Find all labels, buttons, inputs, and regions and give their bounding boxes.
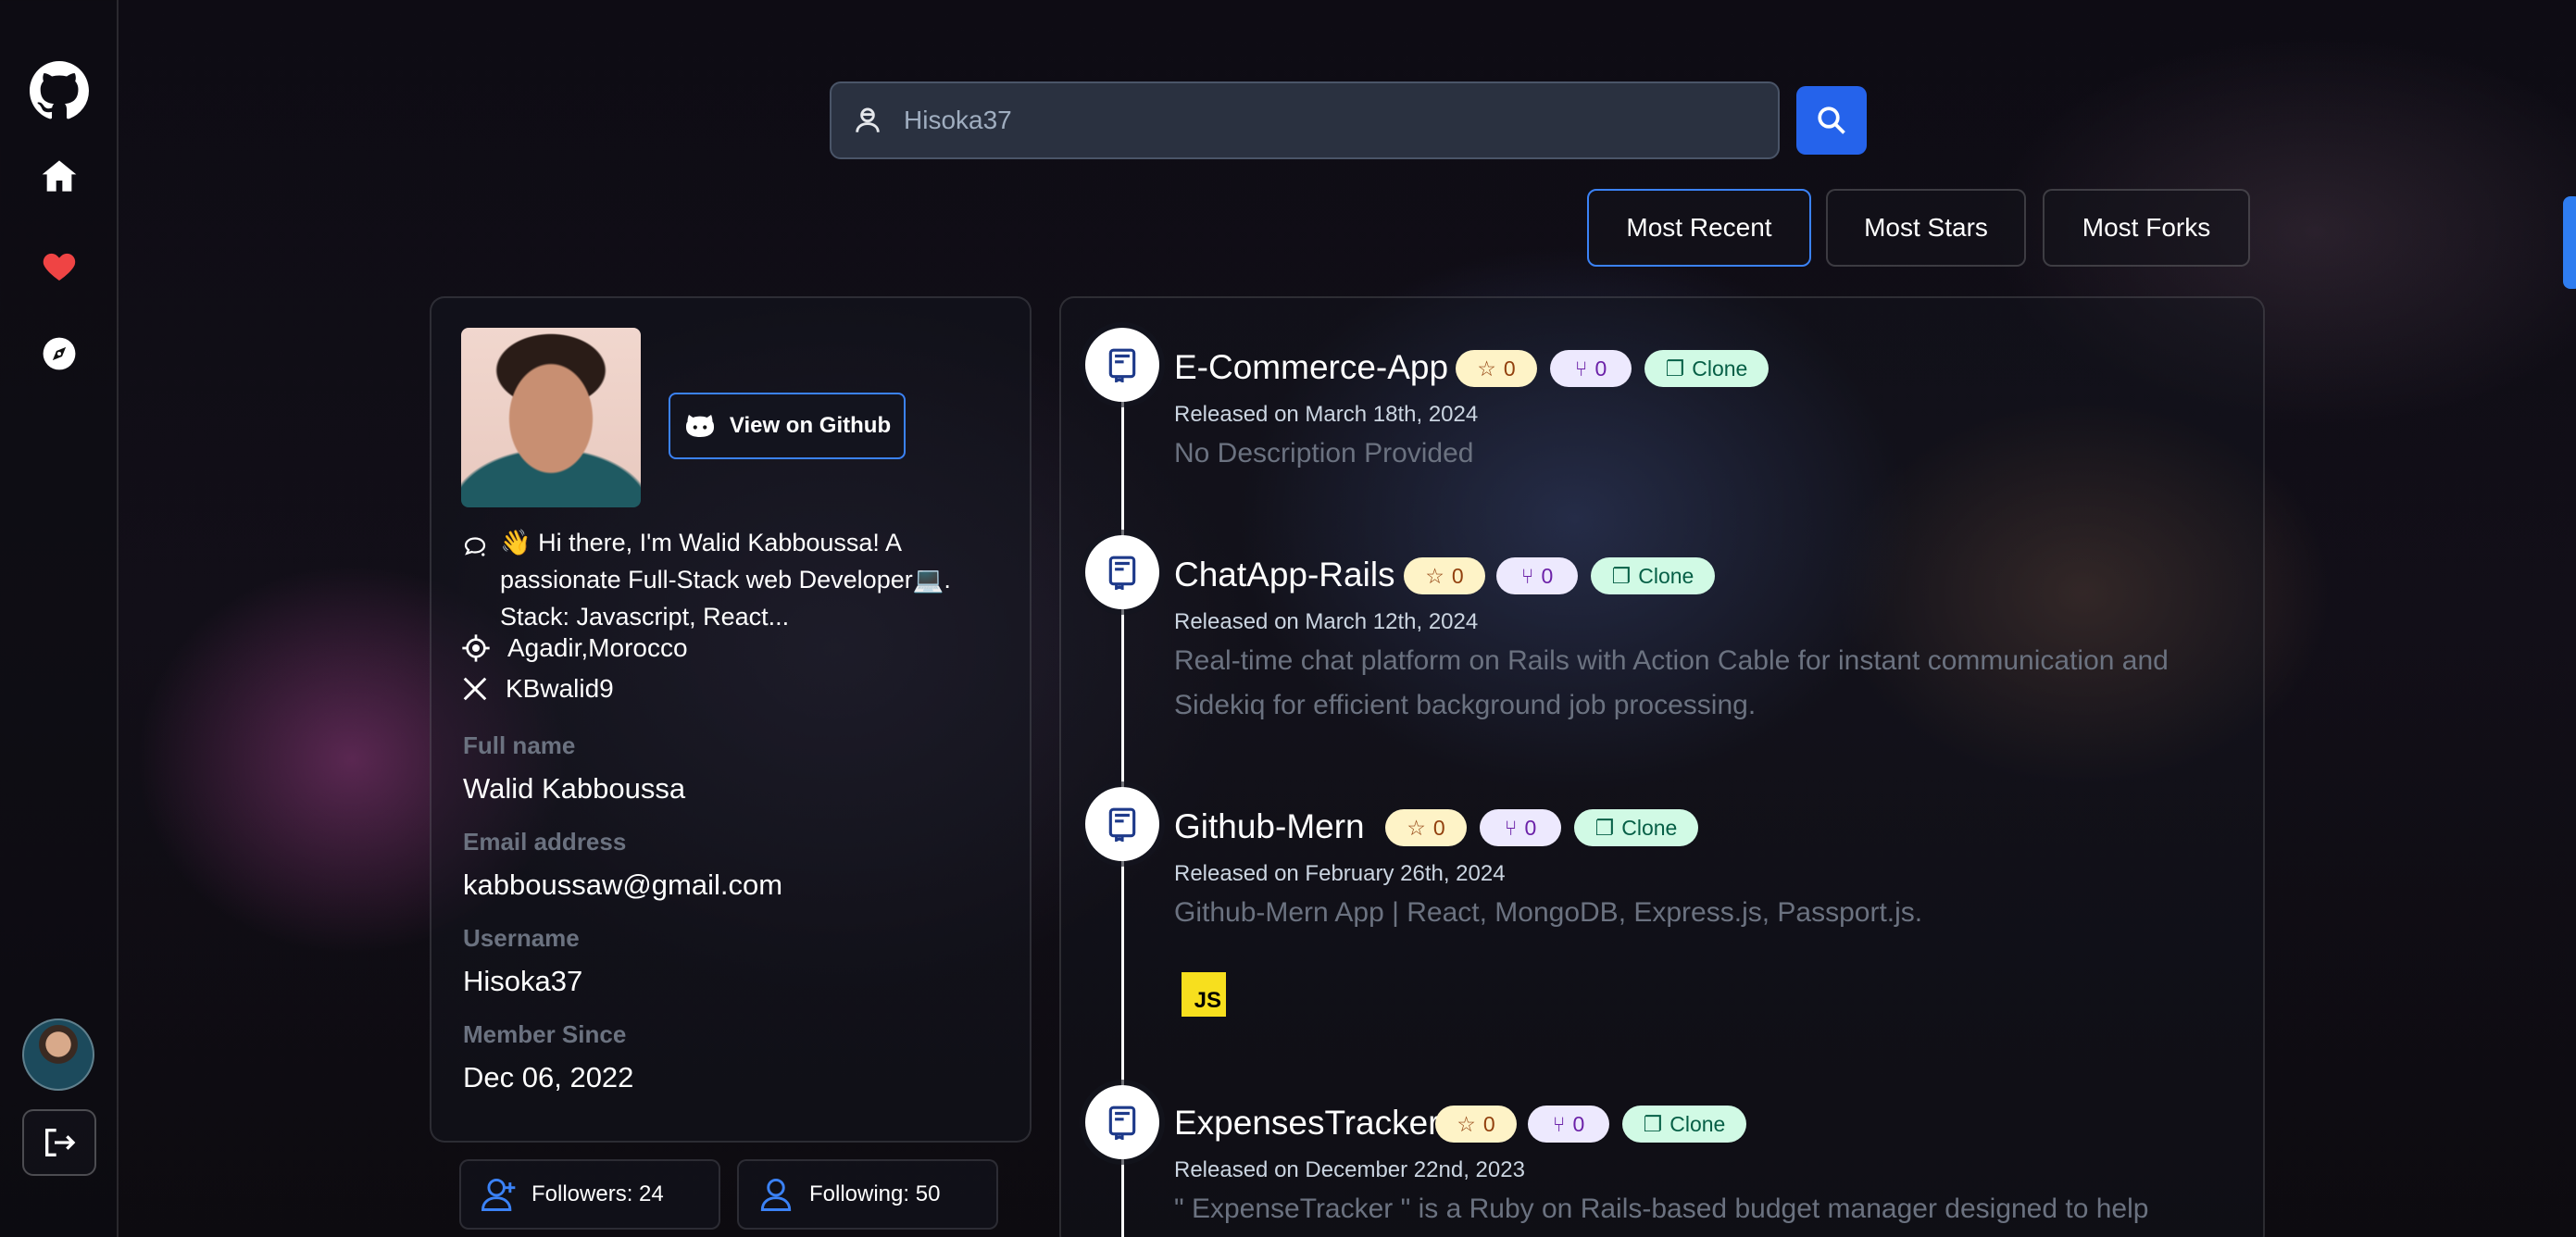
star-icon: ☆ bbox=[1477, 356, 1496, 381]
sort-most-recent-button[interactable]: Most Recent bbox=[1587, 189, 1811, 267]
email-label: Email address bbox=[463, 828, 627, 856]
clone-label: Clone bbox=[1638, 563, 1694, 588]
profile-avatar bbox=[461, 328, 641, 507]
javascript-logo-icon: JS bbox=[1182, 972, 1226, 1017]
star-icon: ☆ bbox=[1425, 563, 1444, 588]
star-badge: ☆ 0 bbox=[1404, 557, 1485, 594]
full-name-value: Walid Kabboussa bbox=[463, 772, 686, 805]
member-since-value: Dec 06, 2022 bbox=[463, 1061, 634, 1093]
member-since-label: Member Since bbox=[463, 1020, 627, 1048]
copy-icon: ❐ bbox=[1611, 563, 1632, 588]
repo-book-icon bbox=[1085, 535, 1159, 609]
repo-name[interactable]: ExpensesTracker bbox=[1174, 1104, 1440, 1143]
github-logo-icon[interactable] bbox=[30, 61, 89, 120]
view-on-github-label: View on Github bbox=[729, 413, 892, 438]
clone-button[interactable]: ❐ Clone bbox=[1591, 557, 1715, 594]
email-value: kabboussaw@gmail.com bbox=[463, 868, 783, 901]
fork-count: 0 bbox=[1524, 815, 1537, 840]
fork-badge: ⑂ 0 bbox=[1496, 557, 1578, 594]
bio-row: 👋 Hi there, I'm Walid Kabboussa! A passi… bbox=[461, 524, 998, 635]
star-count: 0 bbox=[1432, 815, 1445, 840]
fork-icon: ⑂ bbox=[1574, 356, 1588, 381]
repo-description: " ExpenseTracker " is a Ruby on Rails-ba… bbox=[1174, 1193, 2149, 1224]
repo-release-date: Released on December 22nd, 2023 bbox=[1174, 1157, 1525, 1182]
repo-release-date: Released on March 12th, 2024 bbox=[1174, 609, 1479, 634]
clone-label: Clone bbox=[1692, 356, 1748, 381]
following-icon bbox=[760, 1178, 792, 1211]
logout-icon bbox=[45, 1129, 76, 1156]
star-badge: ☆ 0 bbox=[1456, 350, 1537, 387]
fork-badge: ⑂ 0 bbox=[1528, 1106, 1609, 1143]
compass-icon[interactable] bbox=[30, 324, 89, 383]
fork-icon: ⑂ bbox=[1520, 563, 1534, 588]
star-count: 0 bbox=[1503, 356, 1516, 381]
repo-description: No Description Provided bbox=[1174, 438, 1474, 469]
clone-label: Clone bbox=[1669, 1111, 1726, 1136]
followers-box[interactable]: Followers: 24 bbox=[459, 1159, 720, 1230]
profile-bio: 👋 Hi there, I'm Walid Kabboussa! A passi… bbox=[500, 529, 951, 631]
repo-book-icon bbox=[1085, 787, 1159, 861]
sort-most-stars-button[interactable]: Most Stars bbox=[1826, 189, 2026, 267]
repo-book-icon bbox=[1085, 1085, 1159, 1159]
x-twitter-icon bbox=[463, 677, 487, 701]
repo-release-date: Released on February 26th, 2024 bbox=[1174, 861, 1506, 886]
copy-icon: ❐ bbox=[1643, 1111, 1663, 1136]
repo-description: Github-Mern App | React, MongoDB, Expres… bbox=[1174, 897, 1923, 928]
github-cat-icon bbox=[685, 415, 714, 437]
fork-icon: ⑂ bbox=[1504, 815, 1518, 840]
username-value: Hisoka37 bbox=[463, 965, 583, 997]
sidebar bbox=[0, 0, 119, 1237]
fork-badge: ⑂ 0 bbox=[1480, 809, 1561, 846]
star-count: 0 bbox=[1451, 563, 1464, 588]
repo-description: Real-time chat platform on Rails with Ac… bbox=[1174, 645, 2169, 720]
fork-count: 0 bbox=[1541, 563, 1554, 588]
fork-icon: ⑂ bbox=[1552, 1111, 1566, 1136]
repo-name[interactable]: E-Commerce-App bbox=[1174, 348, 1448, 387]
star-icon: ☆ bbox=[1407, 815, 1426, 840]
logout-button[interactable] bbox=[22, 1109, 96, 1176]
fork-count: 0 bbox=[1572, 1111, 1585, 1136]
search-bar bbox=[830, 81, 1780, 159]
clone-button[interactable]: ❐ Clone bbox=[1644, 350, 1769, 387]
followers-icon bbox=[481, 1178, 516, 1211]
following-box[interactable]: Following: 50 bbox=[737, 1159, 998, 1230]
location-crosshair-icon bbox=[462, 634, 490, 662]
location-row: Agadir,Morocco bbox=[461, 633, 688, 663]
heart-icon[interactable] bbox=[30, 237, 89, 296]
star-icon: ☆ bbox=[1457, 1111, 1476, 1136]
sort-most-forks-button[interactable]: Most Forks bbox=[2043, 189, 2250, 267]
fork-badge: ⑂ 0 bbox=[1550, 350, 1632, 387]
home-icon[interactable] bbox=[30, 146, 89, 206]
user-icon bbox=[856, 107, 880, 132]
star-badge: ☆ 0 bbox=[1385, 809, 1467, 846]
repo-name[interactable]: ChatApp-Rails bbox=[1174, 556, 1395, 594]
clone-label: Clone bbox=[1621, 815, 1678, 840]
followers-count: Followers: 24 bbox=[531, 1181, 664, 1206]
star-count: 0 bbox=[1482, 1111, 1495, 1136]
username-label: Username bbox=[463, 924, 580, 952]
profile-location: Agadir,Morocco bbox=[507, 633, 688, 662]
search-button[interactable] bbox=[1796, 86, 1867, 155]
user-avatar[interactable] bbox=[22, 1018, 94, 1091]
star-badge: ☆ 0 bbox=[1435, 1106, 1517, 1143]
profile-card: View on Github 👋 Hi there, I'm Walid Kab… bbox=[430, 296, 1032, 1143]
clone-button[interactable]: ❐ Clone bbox=[1574, 809, 1698, 846]
copy-icon: ❐ bbox=[1594, 815, 1615, 840]
twitter-row[interactable]: KBwalid9 bbox=[461, 674, 614, 704]
full-name-label: Full name bbox=[463, 731, 576, 759]
search-icon bbox=[1818, 106, 1845, 134]
clone-button[interactable]: ❐ Clone bbox=[1622, 1106, 1746, 1143]
repo-book-icon bbox=[1085, 328, 1159, 402]
repo-name[interactable]: Github-Mern bbox=[1174, 807, 1365, 846]
view-on-github-button[interactable]: View on Github bbox=[669, 393, 906, 459]
scrollbar-handle[interactable] bbox=[2563, 196, 2576, 289]
profile-twitter: KBwalid9 bbox=[506, 674, 614, 703]
fork-count: 0 bbox=[1594, 356, 1607, 381]
following-count: Following: 50 bbox=[809, 1181, 941, 1206]
speech-bubble-icon bbox=[464, 537, 486, 556]
copy-icon: ❐ bbox=[1665, 356, 1685, 381]
repo-release-date: Released on March 18th, 2024 bbox=[1174, 402, 1479, 427]
search-input[interactable] bbox=[904, 106, 1737, 135]
